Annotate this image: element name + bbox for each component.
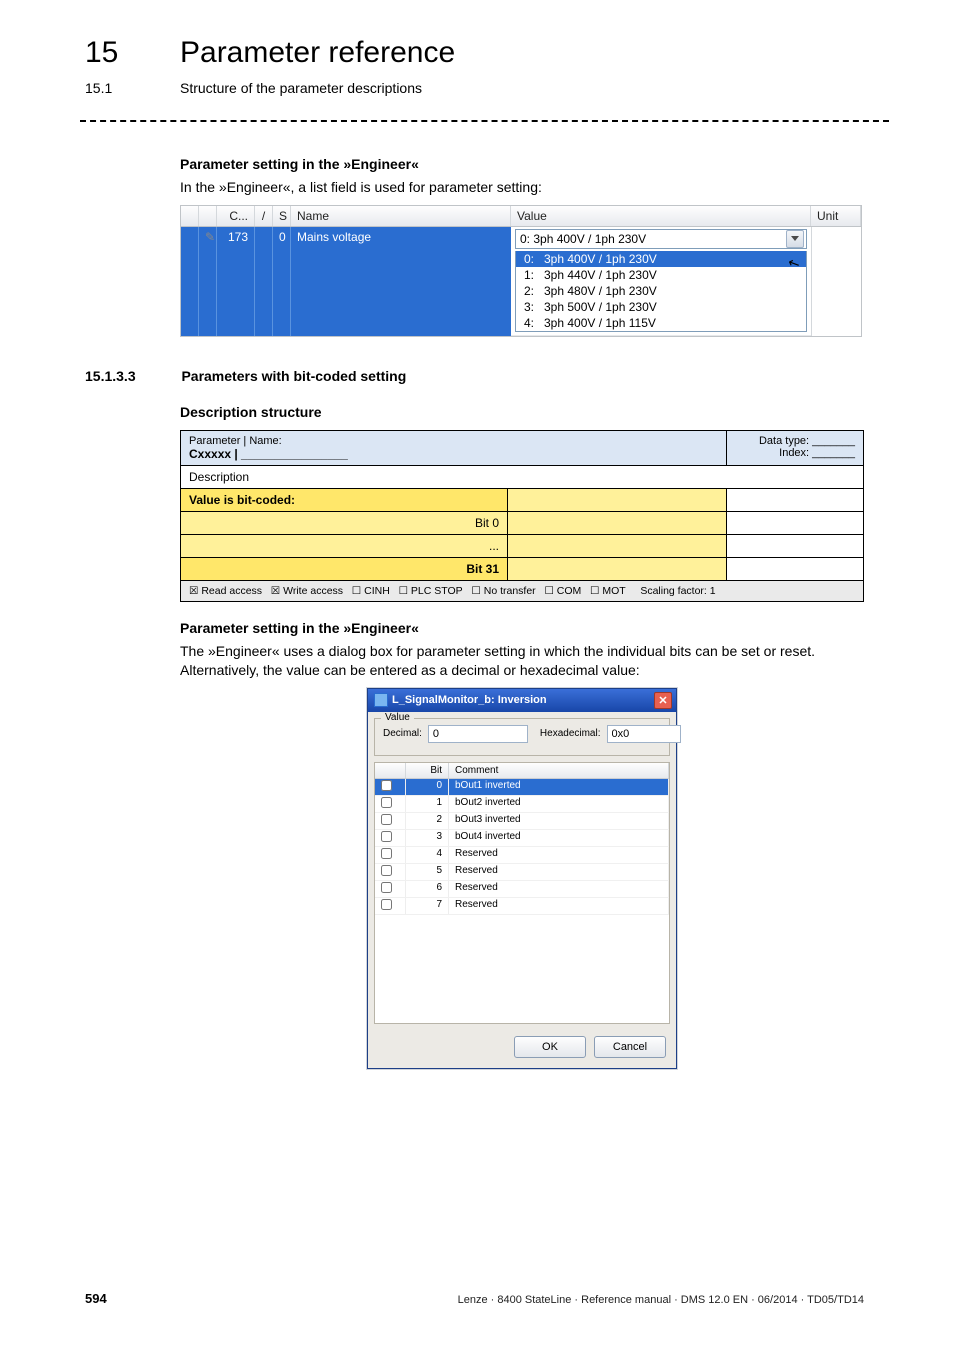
ds-top-label: Parameter | Name:	[189, 435, 718, 447]
bit-comment: bOut1 inverted	[449, 779, 669, 795]
ds-top-datatype: Data type: _______	[735, 435, 855, 447]
footer-text: Lenze · 8400 StateLine · Reference manua…	[458, 1294, 864, 1306]
bit-dialog-title: L_SignalMonitor_b: Inversion	[392, 694, 547, 706]
cancel-button[interactable]: Cancel	[594, 1036, 666, 1058]
chapter-number: 15	[85, 36, 118, 70]
combobox-selected: 0: 3ph 400V / 1ph 230V	[520, 232, 646, 246]
bit-checkbox[interactable]	[381, 899, 392, 910]
subsection-title: Parameters with bit-coded setting	[181, 368, 406, 384]
description-structure-table: Parameter | Name: Cxxxxx | _____________…	[180, 430, 864, 602]
bit-dialog-titlebar[interactable]: L_SignalMonitor_b: Inversion ✕	[368, 689, 676, 712]
bit-index: 6	[406, 881, 449, 897]
bit-checkbox[interactable]	[381, 814, 392, 825]
dropdown-option[interactable]: 1: 3ph 440V / 1ph 230V	[516, 267, 806, 283]
ds-description: Description	[181, 466, 864, 489]
bit-comment: bOut3 inverted	[449, 813, 669, 829]
col-slash: /	[255, 206, 273, 226]
dropdown-option[interactable]: 4: 3ph 400V / 1ph 115V	[516, 315, 806, 331]
bit-checkbox[interactable]	[381, 848, 392, 859]
listfield-row[interactable]: ✎ 173 0 Mains voltage	[181, 227, 511, 336]
value-group: Value Decimal: Hexadecimal:	[374, 718, 670, 756]
bit-comment: bOut2 inverted	[449, 796, 669, 812]
bit-grid-row[interactable]: 3bOut4 inverted	[375, 830, 669, 847]
bit-index: 7	[406, 898, 449, 914]
hex-input[interactable]	[607, 725, 681, 743]
engineer2-intro: The »Engineer« uses a dialog box for par…	[180, 642, 864, 680]
section-number: 15.1	[85, 80, 112, 96]
ds-bit31: Bit 31	[181, 558, 508, 581]
bit-index: 5	[406, 864, 449, 880]
bit-checkbox[interactable]	[381, 882, 392, 893]
chapter-title: Parameter reference	[180, 36, 455, 70]
row-name: Mains voltage	[291, 227, 511, 336]
dropdown-option[interactable]: 3: 3ph 500V / 1ph 230V	[516, 299, 806, 315]
dropdown-option[interactable]: 2: 3ph 480V / 1ph 230V	[516, 283, 806, 299]
bit-grid-row[interactable]: 6Reserved	[375, 881, 669, 898]
grid-header-comment: Comment	[449, 763, 669, 778]
listfield-header: C... / S Name Value Unit	[181, 206, 861, 227]
row-s: 0	[273, 227, 291, 336]
col-value: Value	[511, 206, 811, 226]
value-combobox[interactable]: 0: 3ph 400V / 1ph 230V	[515, 229, 807, 249]
engineer2-heading: Parameter setting in the »Engineer«	[180, 620, 864, 636]
bit-grid-row[interactable]: 2bOut3 inverted	[375, 813, 669, 830]
bit-checkbox[interactable]	[381, 797, 392, 808]
bit-grid-row[interactable]: 5Reserved	[375, 864, 669, 881]
decimal-label: Decimal:	[383, 728, 422, 739]
page-number: 594	[85, 1291, 107, 1306]
bit-index: 2	[406, 813, 449, 829]
ds-top-code: Cxxxxx | ________________	[189, 447, 718, 461]
dropdown-option[interactable]: 0: 3ph 400V / 1ph 230V	[516, 251, 806, 267]
bit-comment: Reserved	[449, 898, 669, 914]
app-icon	[374, 693, 388, 707]
hex-label: Hexadecimal:	[540, 728, 601, 739]
value-group-legend: Value	[381, 712, 414, 723]
bit-index: 0	[406, 779, 449, 795]
row-c: 173	[217, 227, 255, 336]
ds-top-index: Index: _______	[735, 447, 855, 459]
bit-comment: bOut4 inverted	[449, 830, 669, 846]
ok-button[interactable]: OK	[514, 1036, 586, 1058]
col-c: C...	[217, 206, 255, 226]
ds-foot: ☒ Read access ☒ Write access ☐ CINH ☐ PL…	[181, 581, 864, 602]
engineer-listfield: C... / S Name Value Unit ✎ 173 0 Mains v…	[180, 205, 862, 337]
bit-grid-row[interactable]: 4Reserved	[375, 847, 669, 864]
edit-pencil-icon[interactable]: ✎	[199, 227, 217, 336]
separator-line	[80, 120, 889, 122]
bit-index: 4	[406, 847, 449, 863]
bit-dialog: L_SignalMonitor_b: Inversion ✕ Value Dec…	[367, 688, 677, 1069]
bit-checkbox[interactable]	[381, 780, 392, 791]
close-icon[interactable]: ✕	[654, 692, 672, 709]
bit-comment: Reserved	[449, 864, 669, 880]
decimal-input[interactable]	[428, 725, 528, 743]
bit-checkbox[interactable]	[381, 865, 392, 876]
bit-grid-row[interactable]: 1bOut2 inverted	[375, 796, 669, 813]
description-structure-heading: Description structure	[180, 404, 864, 420]
bit-comment: Reserved	[449, 881, 669, 897]
bit-grid-row[interactable]: 7Reserved	[375, 898, 669, 915]
col-name: Name	[291, 206, 511, 226]
bit-comment: Reserved	[449, 847, 669, 863]
ds-bitcoded-label: Value is bit-coded:	[181, 489, 508, 512]
grid-header-bit: Bit	[406, 763, 449, 778]
bit-grid[interactable]: Bit Comment 0bOut1 inverted1bOut2 invert…	[374, 762, 670, 1024]
chevron-down-icon[interactable]	[786, 230, 804, 248]
engineer1-heading: Parameter setting in the »Engineer«	[180, 156, 864, 172]
subsection-number: 15.1.3.3	[85, 368, 177, 384]
bit-checkbox[interactable]	[381, 831, 392, 842]
col-unit: Unit	[811, 206, 861, 226]
section-title: Structure of the parameter descriptions	[180, 80, 422, 96]
combobox-dropdown[interactable]: ↖ 0: 3ph 400V / 1ph 230V 1: 3ph 440V / 1…	[515, 251, 807, 332]
col-s: S	[273, 206, 291, 226]
engineer1-intro: In the »Engineer«, a list field is used …	[180, 178, 864, 197]
bit-index: 3	[406, 830, 449, 846]
bit-grid-row[interactable]: 0bOut1 inverted	[375, 779, 669, 796]
ds-dots: ...	[181, 535, 508, 558]
ds-bit0: Bit 0	[181, 512, 508, 535]
bit-index: 1	[406, 796, 449, 812]
